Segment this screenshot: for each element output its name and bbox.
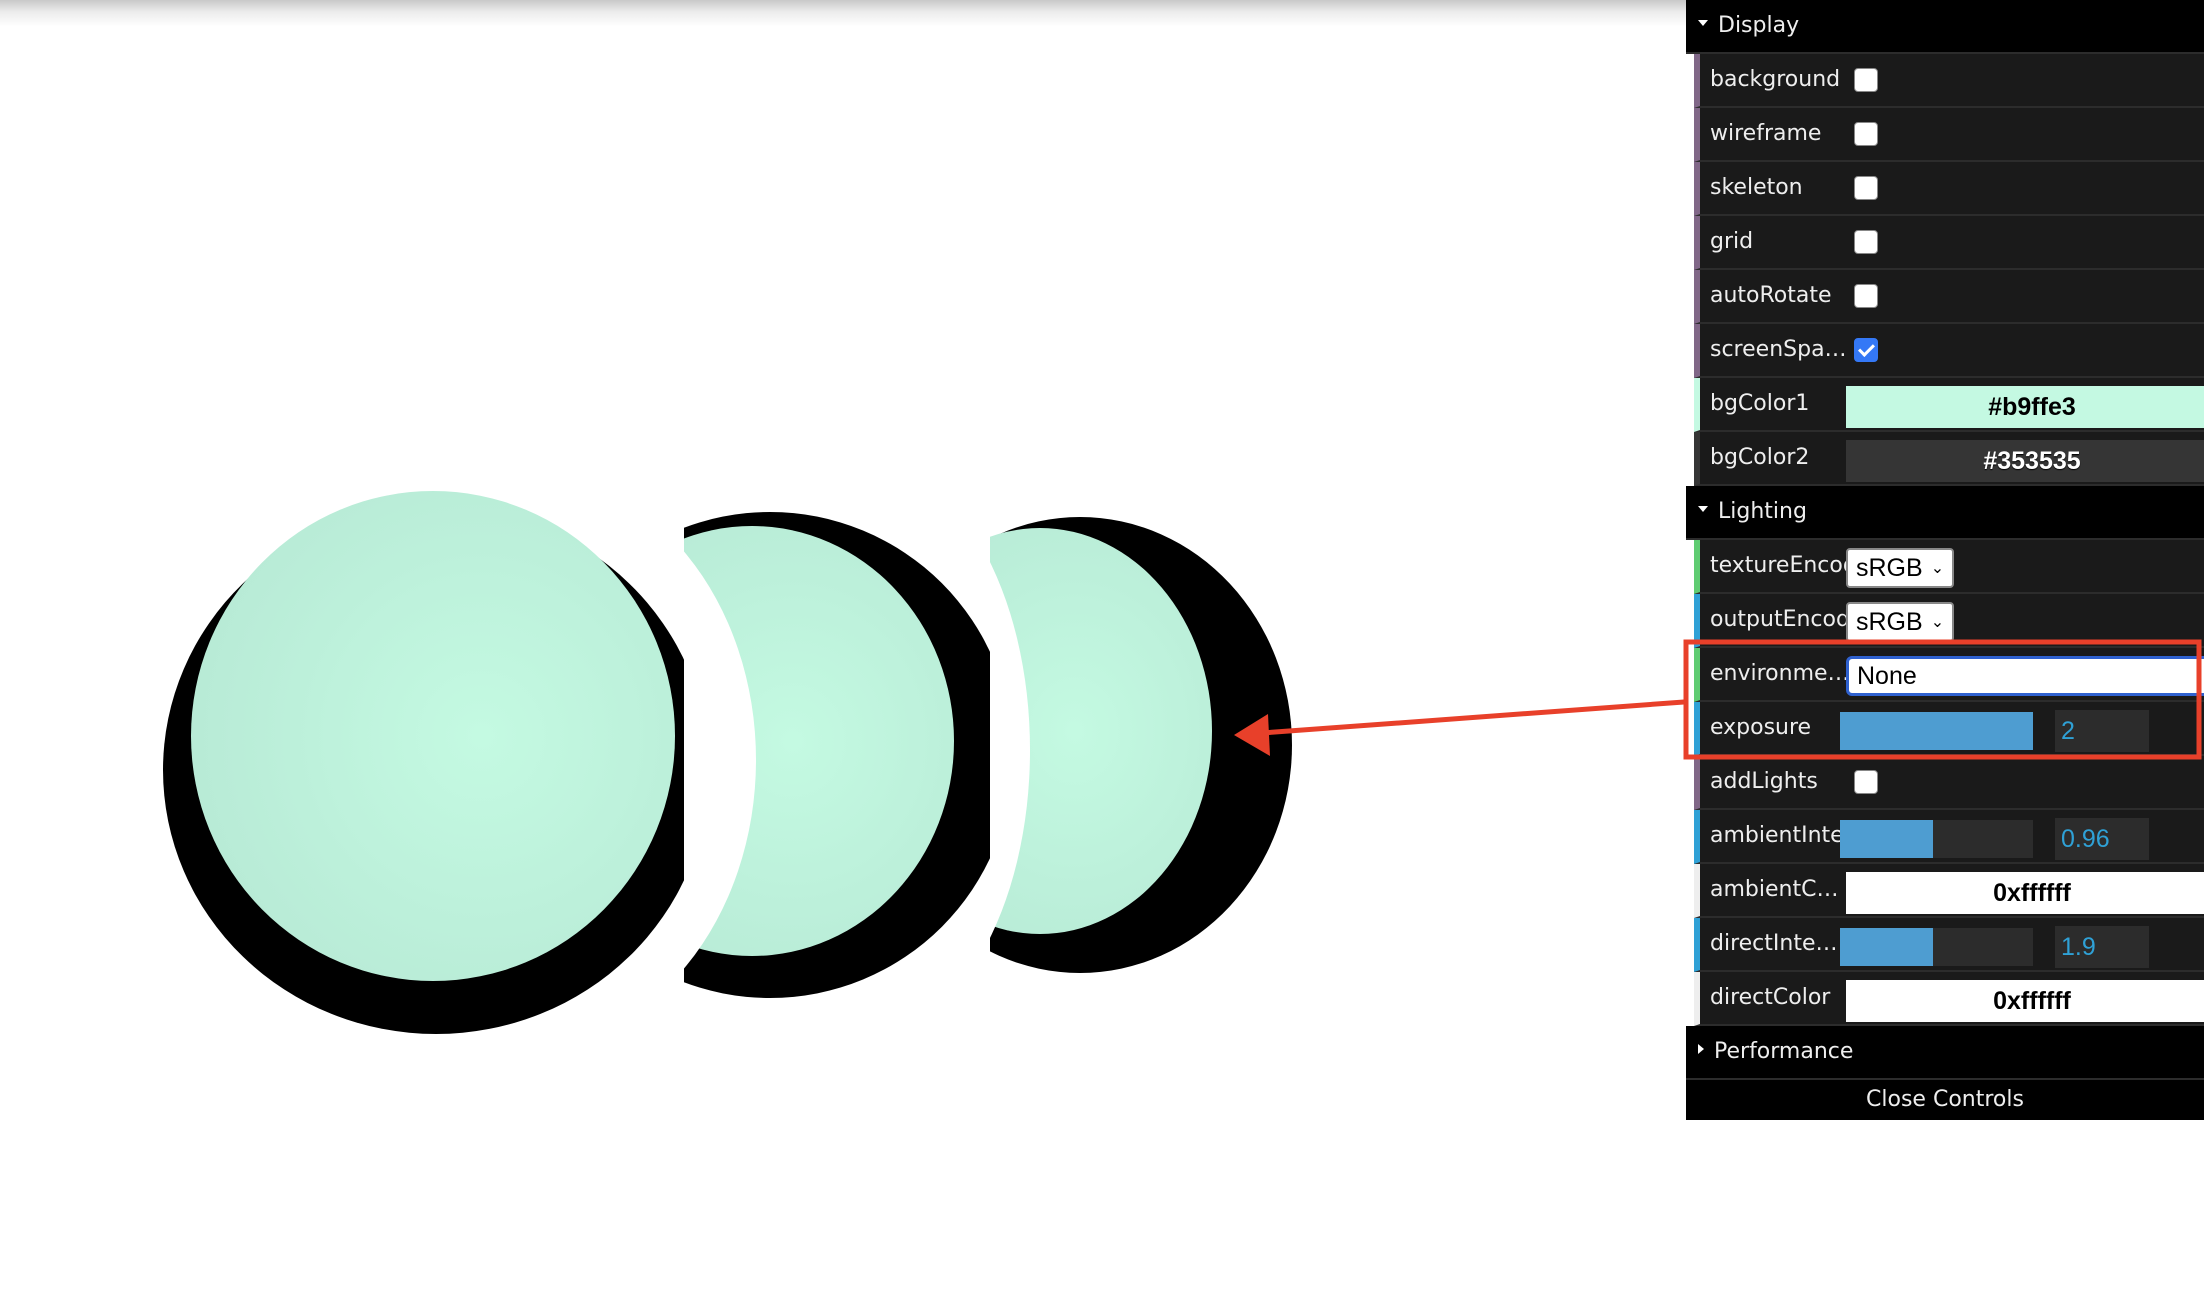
bgcolor2-input[interactable]: #353535 (1846, 440, 2204, 482)
control-label: exposure (1710, 715, 1812, 740)
control-outputencoding: outputEncoding sRGB ⌄ (1694, 594, 2204, 648)
exposure-slider[interactable] (1840, 712, 2033, 750)
scene-canvas[interactable] (0, 0, 1686, 1308)
chevron-down-icon: ⌄ (1930, 560, 1945, 577)
select-value: sRGB (1856, 608, 1923, 636)
folder-display-title[interactable]: Display (1686, 0, 2204, 54)
control-screenspacepanning: screenSpacePan… (1694, 324, 2204, 378)
control-label: ambientColor (1710, 877, 1850, 902)
addlights-checkbox[interactable] (1854, 770, 1878, 794)
select-value: sRGB (1856, 554, 1923, 582)
controls-panel: Display background wireframe skeleton gr… (1686, 0, 2204, 1120)
background-checkbox[interactable] (1854, 68, 1878, 92)
slider-fill (1840, 820, 1933, 858)
control-label: addLights (1710, 769, 1818, 794)
folder-title-label: Lighting (1718, 499, 1807, 524)
control-label: grid (1710, 229, 1754, 254)
ambientcolor-input[interactable]: 0xffffff (1846, 872, 2204, 914)
control-bgcolor1: bgColor1 #b9ffe3 (1694, 378, 2204, 432)
close-controls-button[interactable]: Close Controls (1686, 1080, 2204, 1120)
outputencoding-select[interactable]: sRGB ⌄ (1846, 602, 1955, 642)
control-skeleton: skeleton (1694, 162, 2204, 216)
grid-checkbox[interactable] (1854, 230, 1878, 254)
autorotate-checkbox[interactable] (1854, 284, 1878, 308)
control-label: wireframe (1710, 121, 1822, 146)
folder-title-label: Display (1718, 13, 1800, 38)
control-label: background (1710, 67, 1841, 92)
folder-title-label: Performance (1714, 1039, 1854, 1064)
screenspacepanning-checkbox[interactable] (1854, 338, 1878, 362)
sphere-1-body (191, 491, 675, 981)
directintensity-slider[interactable] (1840, 928, 2033, 966)
control-autorotate: autoRotate (1694, 270, 2204, 324)
slider-fill (1840, 928, 1933, 966)
collapsed-triangle-icon (1698, 1044, 1704, 1054)
expanded-triangle-icon (1698, 20, 1708, 26)
control-label: directIntensity (1710, 931, 1850, 956)
control-label: screenSpacePan… (1710, 337, 1850, 362)
3d-viewport[interactable] (0, 0, 1686, 1308)
control-label: directColor (1710, 985, 1831, 1010)
control-label: environment (1710, 661, 1850, 686)
ambientintensity-number-input[interactable]: 0.96 (2055, 818, 2149, 860)
control-wireframe: wireframe (1694, 108, 2204, 162)
control-grid: grid (1694, 216, 2204, 270)
control-bgcolor2: bgColor2 #353535 (1694, 432, 2204, 486)
folder-performance-title[interactable]: Performance (1686, 1026, 2204, 1080)
textureencoding-select[interactable]: sRGB ⌄ (1846, 548, 1955, 588)
environment-select[interactable]: None (1846, 656, 2204, 696)
exposure-number-input[interactable]: 2 (2055, 710, 2149, 752)
control-label: bgColor1 (1710, 391, 1810, 416)
folder-lighting-title[interactable]: Lighting (1686, 486, 2204, 540)
control-ambientintensity: ambientIntensity 0.96 (1694, 810, 2204, 864)
control-label: autoRotate (1710, 283, 1832, 308)
control-directintensity: directIntensity 1.9 (1694, 918, 2204, 972)
directintensity-number-input[interactable]: 1.9 (2055, 926, 2149, 968)
control-background: background (1694, 54, 2204, 108)
control-addlights: addLights (1694, 756, 2204, 810)
ambientintensity-slider[interactable] (1840, 820, 2033, 858)
bgcolor1-input[interactable]: #b9ffe3 (1846, 386, 2204, 428)
slider-fill (1840, 712, 2033, 750)
control-label: bgColor2 (1710, 445, 1810, 470)
select-value: None (1857, 662, 1917, 690)
wireframe-checkbox[interactable] (1854, 122, 1878, 146)
control-label: skeleton (1710, 175, 1803, 200)
directcolor-input[interactable]: 0xffffff (1846, 980, 2204, 1022)
skeleton-checkbox[interactable] (1854, 176, 1878, 200)
control-exposure: exposure 2 (1694, 702, 2204, 756)
control-directcolor: directColor 0xffffff (1694, 972, 2204, 1026)
expanded-triangle-icon (1698, 506, 1708, 512)
control-environment: environment None (1694, 648, 2204, 702)
control-textureencoding: textureEncoding sRGB ⌄ (1694, 540, 2204, 594)
control-ambientcolor: ambientColor 0xffffff (1694, 864, 2204, 918)
chevron-down-icon: ⌄ (1930, 614, 1945, 631)
sphere-1 (163, 491, 709, 1034)
